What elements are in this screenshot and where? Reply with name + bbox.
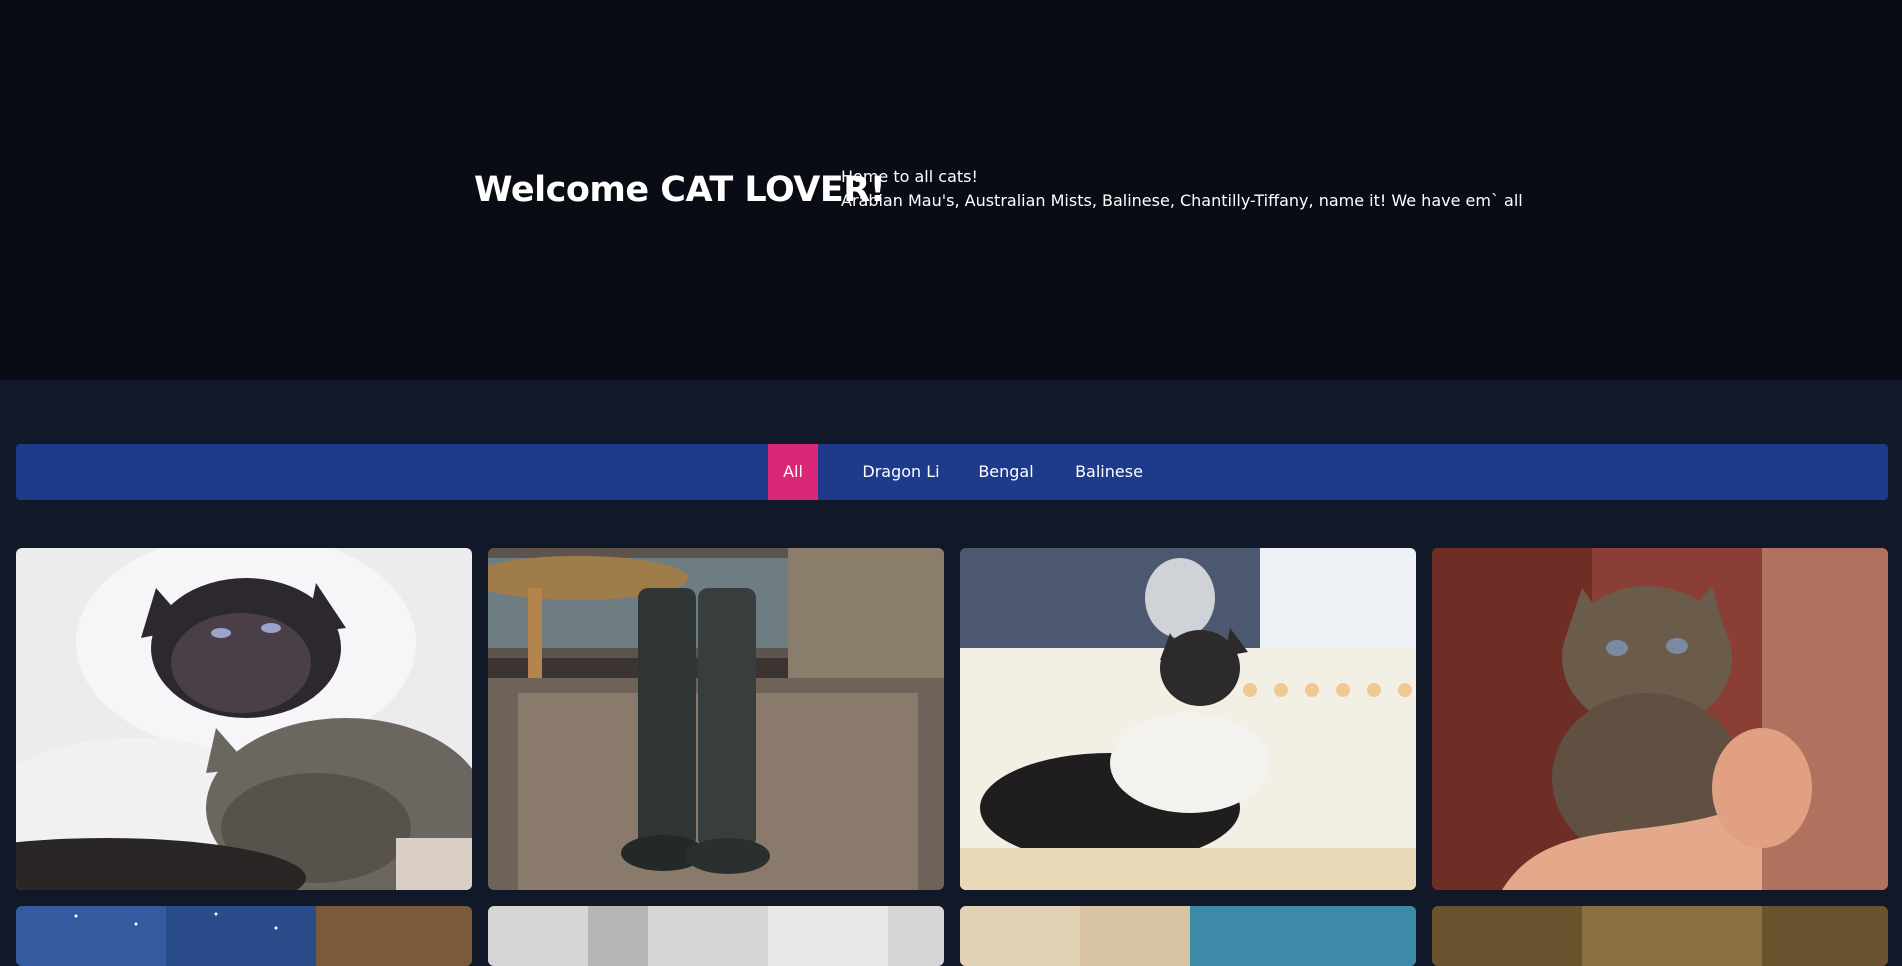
- hero-line-2: Arabian Mau's, Australian Mists, Balines…: [841, 191, 1523, 210]
- hero-line-1: Home to all cats!: [841, 167, 978, 186]
- filter-dragon-li-button[interactable]: Dragon Li: [850, 444, 952, 500]
- filter-all-button[interactable]: All: [768, 444, 818, 500]
- loading-dots-icon: [1243, 683, 1413, 697]
- cat-photo-gray[interactable]: [488, 906, 944, 966]
- filter-balinese-button[interactable]: Balinese: [1064, 444, 1154, 500]
- cat-photo-himalayan-and-tabby[interactable]: [16, 548, 472, 890]
- hero-section: Welcome CAT LOVER! Home to all cats! Ara…: [0, 0, 1902, 380]
- loading-dot: [1336, 683, 1350, 697]
- hero-title: Welcome CAT LOVER!: [474, 170, 886, 210]
- cat-photo-cat-on-bed[interactable]: [960, 548, 1416, 890]
- cat-photo-kitten-in-hands[interactable]: [1432, 548, 1888, 890]
- loading-dot: [1243, 683, 1257, 697]
- loading-dot: [1398, 683, 1412, 697]
- loading-dot: [1367, 683, 1381, 697]
- cat-photo-starry-sky[interactable]: [16, 906, 472, 966]
- cat-photo-rubber-boots[interactable]: [488, 548, 944, 890]
- cat-photo-beige[interactable]: [960, 906, 1416, 966]
- filter-bar: All Dragon Li Bengal Balinese: [16, 444, 1888, 500]
- cat-photo-brown[interactable]: [1432, 906, 1888, 966]
- hero-description: Home to all cats! Arabian Mau's, Austral…: [841, 165, 1523, 213]
- loading-dot: [1305, 683, 1319, 697]
- loading-dot: [1274, 683, 1288, 697]
- filter-bengal-button[interactable]: Bengal: [965, 444, 1047, 500]
